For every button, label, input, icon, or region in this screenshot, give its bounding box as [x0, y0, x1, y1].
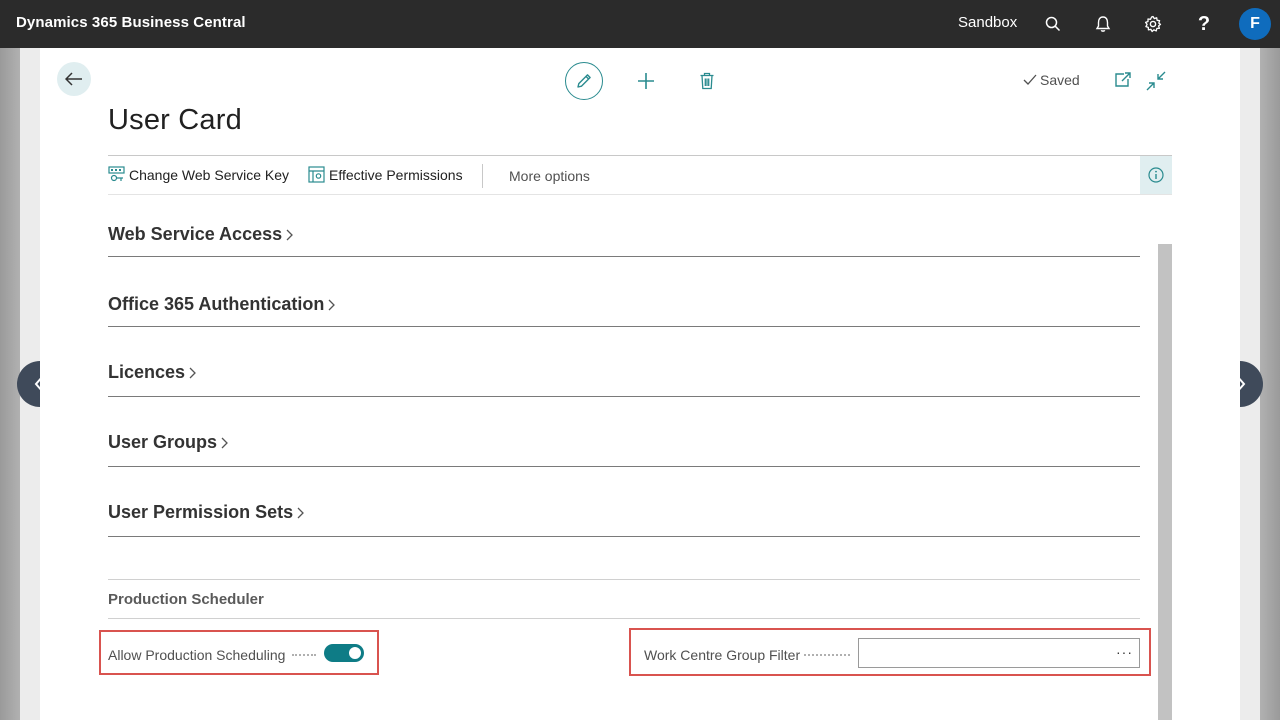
scrollbar-thumb[interactable] [1158, 244, 1172, 720]
fasttab-web-service-access[interactable]: Web Service Access [108, 224, 1140, 257]
production-scheduler-title: Production Scheduler [108, 591, 264, 608]
work-centre-group-filter-input[interactable]: ··· [858, 638, 1140, 668]
popout-icon [1115, 72, 1131, 87]
help-icon[interactable]: ? [1192, 12, 1216, 36]
open-new-window-button[interactable] [1113, 70, 1133, 90]
assist-edit-button[interactable]: ··· [1116, 644, 1133, 660]
save-status: Saved [1023, 72, 1080, 88]
app-title[interactable]: Dynamics 365 Business Central [16, 14, 246, 31]
edit-button[interactable] [565, 62, 603, 100]
field-leader-dots [804, 654, 850, 656]
delete-button[interactable] [695, 69, 719, 93]
fasttab-label: User Permission Sets [108, 502, 294, 522]
checkmark-icon [1023, 74, 1037, 85]
effective-permissions-label: Effective Permissions [329, 166, 463, 183]
fasttab-office-365-authentication[interactable]: Office 365 Authentication [108, 294, 1140, 327]
trash-icon [700, 72, 714, 90]
search-icon[interactable] [1041, 12, 1065, 36]
plus-icon [638, 73, 654, 89]
bell-icon[interactable] [1091, 12, 1115, 36]
info-icon [1148, 167, 1164, 183]
gear-icon[interactable] [1141, 12, 1165, 36]
back-button[interactable] [57, 62, 91, 96]
page-title: User Card [108, 104, 242, 136]
collapse-button[interactable] [1145, 70, 1167, 92]
pencil-icon [577, 74, 591, 88]
user-avatar[interactable]: F [1239, 8, 1271, 40]
chevron-right-icon [221, 437, 228, 448]
section-divider [108, 618, 1140, 619]
fasttab-licences[interactable]: Licences [108, 362, 1140, 397]
back-arrow-icon [65, 72, 82, 86]
factbox-toggle-button[interactable] [1140, 156, 1172, 194]
fasttab-user-permission-sets[interactable]: User Permission Sets [108, 502, 1140, 537]
chevron-right-icon [328, 299, 336, 310]
more-options-button[interactable]: More options [509, 168, 590, 184]
fasttab-label: User Groups [108, 432, 218, 452]
environment-name: Sandbox [958, 14, 1018, 31]
fasttab-header[interactable]: Office 365 Authentication [108, 294, 336, 315]
chevron-right-icon [189, 367, 196, 378]
fasttab-label: Office 365 Authentication [108, 294, 325, 314]
fasttab-label: Web Service Access [108, 224, 283, 244]
chevron-right-icon [286, 229, 294, 240]
work-centre-group-filter-label: Work Centre Group Filter [644, 647, 801, 663]
user-card-page: Saved User Card Change Web Service Key E… [40, 48, 1240, 720]
fasttab-header[interactable]: User Groups [108, 432, 229, 453]
field-leader-dots [292, 654, 316, 656]
fasttab-user-groups[interactable]: User Groups [108, 432, 1140, 467]
effective-permissions-action[interactable]: Effective Permissions [308, 166, 463, 183]
toggle-knob [349, 647, 361, 659]
top-bar: Dynamics 365 Business Central Sandbox ? … [0, 0, 1280, 48]
action-separator [482, 164, 483, 188]
permissions-icon [308, 166, 325, 183]
change-web-service-key-action[interactable]: Change Web Service Key [108, 166, 289, 183]
section-divider [108, 579, 1140, 580]
allow-production-scheduling-label: Allow Production Scheduling [108, 647, 286, 663]
change-web-service-key-label: Change Web Service Key [129, 166, 290, 183]
fasttab-header[interactable]: Web Service Access [108, 224, 294, 245]
chevron-right-icon [297, 507, 305, 518]
action-bar: Change Web Service Key Effective Permiss… [108, 155, 1172, 195]
key-icon [108, 166, 125, 182]
allow-production-scheduling-toggle[interactable] [324, 644, 364, 662]
new-button[interactable] [634, 69, 658, 93]
fasttab-label: Licences [108, 362, 186, 382]
fasttab-header[interactable]: Licences [108, 362, 197, 383]
fasttab-header[interactable]: User Permission Sets [108, 502, 305, 523]
save-status-label: Saved [1040, 72, 1080, 88]
collapse-icon [1146, 71, 1166, 91]
